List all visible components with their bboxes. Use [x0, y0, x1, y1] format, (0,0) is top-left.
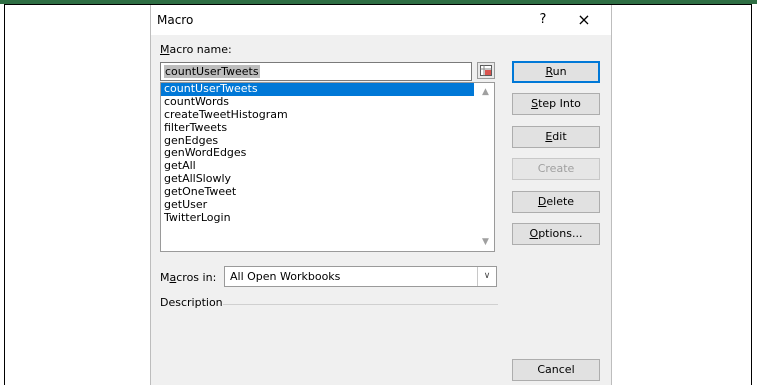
- create-button[interactable]: Create: [512, 158, 600, 180]
- close-button[interactable]: ×: [571, 9, 597, 31]
- range-picker-icon: [480, 65, 492, 76]
- step-into-button[interactable]: Step Into: [512, 93, 600, 115]
- macro-list-item[interactable]: getOneTweet: [161, 185, 474, 199]
- dialog-titlebar: Macro ? ×: [151, 5, 611, 35]
- options-button[interactable]: Options...: [512, 223, 600, 245]
- macro-list-items: countUserTweets countWords createTweetHist…: [161, 82, 494, 225]
- macro-list-scrollbar[interactable]: ▲ ▼: [477, 83, 494, 251]
- macro-list-item[interactable]: TwitterLogin: [161, 211, 474, 225]
- help-button[interactable]: ?: [531, 9, 555, 31]
- cancel-button[interactable]: Cancel: [512, 359, 600, 381]
- macro-picker-button[interactable]: [477, 62, 495, 79]
- dialog-title: Macro: [157, 13, 194, 27]
- scroll-down-icon[interactable]: ▼: [477, 235, 494, 249]
- macros-in-select[interactable]: All Open Workbooks ∨: [224, 266, 497, 287]
- run-button[interactable]: Run: [512, 61, 600, 83]
- edit-button[interactable]: Edit: [512, 126, 600, 148]
- macro-list-item[interactable]: countUserTweets: [161, 82, 474, 96]
- macro-list-item[interactable]: genWordEdges: [161, 147, 474, 160]
- macro-name-input[interactable]: countUserTweets: [160, 62, 472, 81]
- macro-list-item[interactable]: filterTweets: [161, 121, 474, 135]
- description-label: Description: [160, 296, 223, 309]
- macro-name-value: countUserTweets: [164, 65, 260, 78]
- macro-name-label: Macro name:: [160, 43, 232, 56]
- delete-button[interactable]: Delete: [512, 191, 600, 213]
- description-divider: [223, 304, 498, 305]
- macro-list-item[interactable]: countWords: [161, 95, 474, 109]
- macros-in-label: Macros in:: [160, 271, 217, 284]
- scroll-up-icon[interactable]: ▲: [477, 85, 494, 99]
- macro-list-item[interactable]: createTweetHistogram: [161, 108, 474, 122]
- sheet-border-right: [751, 4, 752, 385]
- macro-list-item[interactable]: getUser: [161, 198, 474, 212]
- macro-list[interactable]: countUserTweets countWords createTweetHist…: [160, 82, 495, 252]
- sheet-border-left: [4, 4, 5, 385]
- chevron-down-icon[interactable]: ∨: [477, 267, 496, 286]
- macro-dialog: Macro ? × Macro name: countUserTweets co…: [150, 5, 612, 385]
- macros-in-value: All Open Workbooks: [230, 270, 341, 283]
